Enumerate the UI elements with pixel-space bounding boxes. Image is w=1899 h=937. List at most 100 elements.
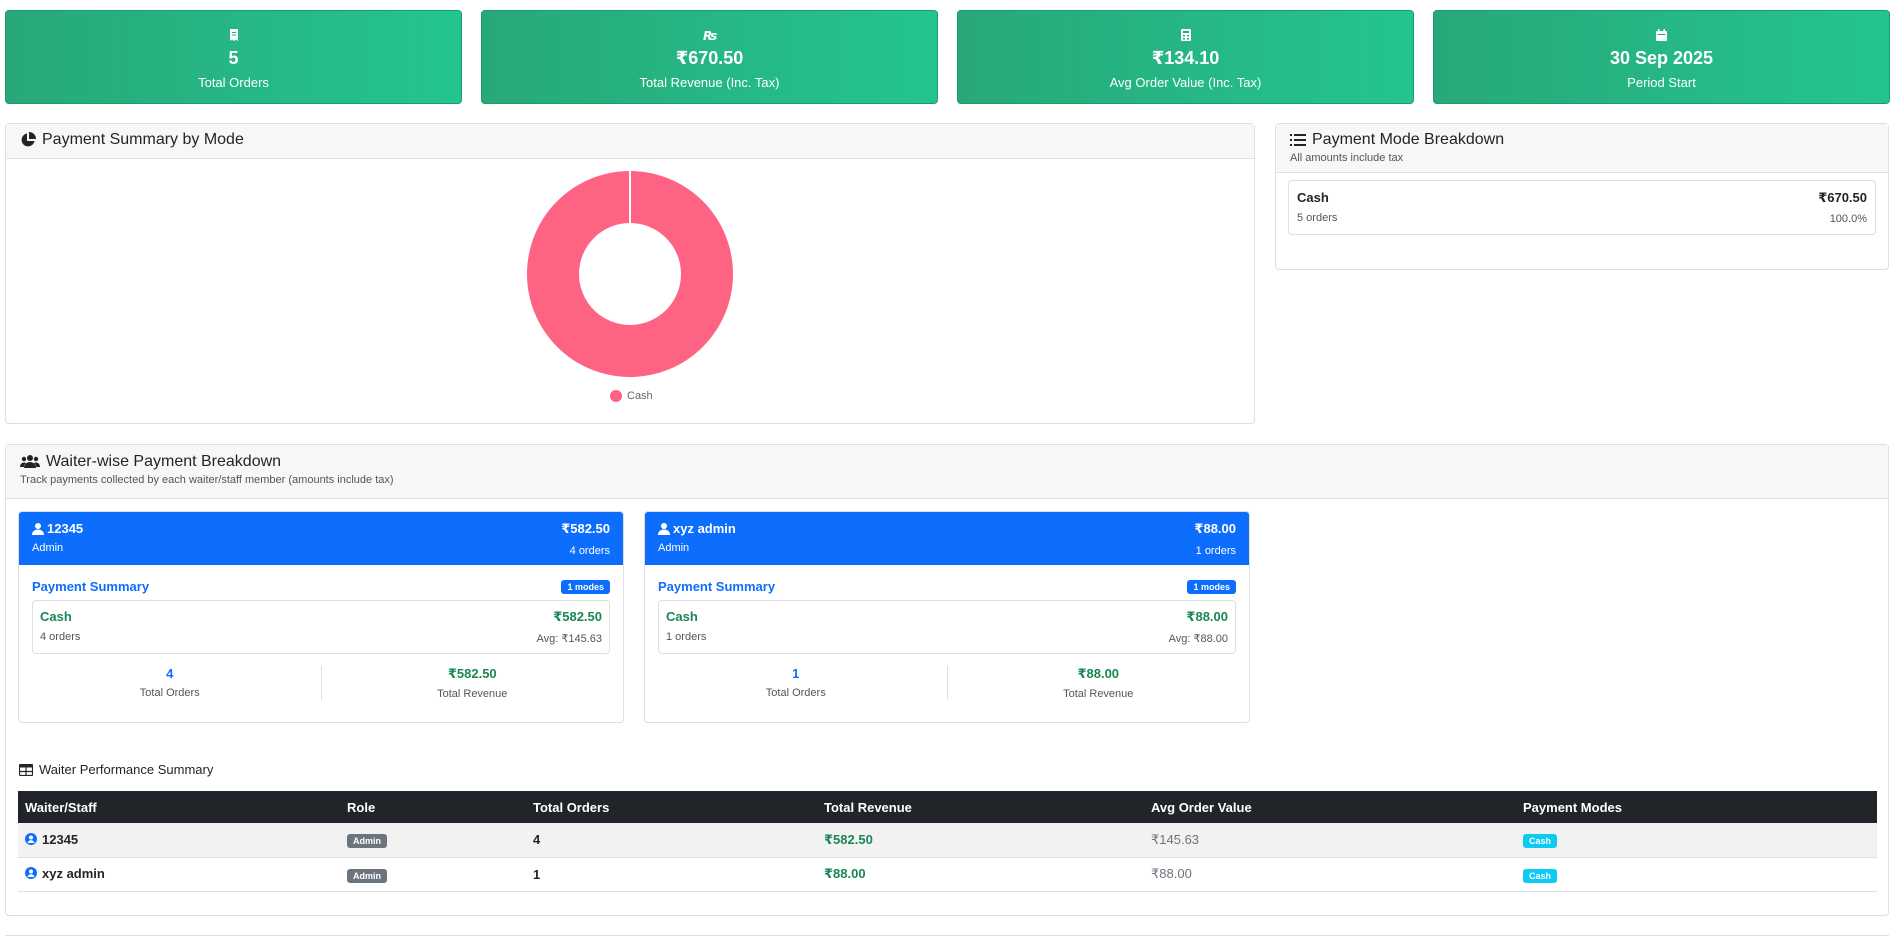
- modes-badge: 1 modes: [1187, 579, 1236, 594]
- payment-mode-badge: Cash: [1523, 868, 1558, 883]
- total-revenue-value: ₹582.50: [447, 666, 497, 681]
- mode-avg: Avg: ₹145.63: [536, 633, 602, 645]
- modes-badge: 1 modes: [561, 579, 610, 594]
- legend-label: Cash: [627, 390, 653, 402]
- total-orders: 4: [533, 832, 541, 848]
- table-icon: [19, 763, 33, 776]
- panel-title: Payment Summary by Mode: [42, 131, 244, 148]
- waiter-role: Admin: [658, 542, 690, 554]
- performance-title-text: Waiter Performance Summary: [39, 762, 214, 777]
- rupee-icon: ₨: [482, 28, 937, 42]
- payment-summary-label: Payment Summary: [32, 579, 150, 594]
- payment-mode-box: Cash 1 orders ₹88.00 Avg: ₹88.00: [658, 600, 1236, 654]
- payment-pie-chart: [527, 171, 733, 377]
- stat-label: Total Orders: [198, 75, 269, 90]
- waiter-amount: ₹88.00: [1194, 521, 1236, 536]
- total-revenue-value: ₹88.00: [1077, 666, 1120, 681]
- user-circle-icon: [25, 867, 37, 880]
- panel-header: Payment Mode Breakdown All amounts inclu…: [1276, 124, 1888, 173]
- table-header-row: Waiter/Staff Role Total Orders Total Rev…: [18, 791, 1877, 823]
- mode-orders: 1 orders: [666, 631, 707, 643]
- payment-mode-badge: Cash: [1523, 834, 1558, 849]
- role-badge: Admin: [347, 834, 387, 849]
- column-header[interactable]: Avg Order Value: [1144, 791, 1516, 823]
- total-revenue: ₹88.00: [824, 866, 866, 881]
- legend-swatch-cash: [610, 390, 622, 402]
- table-row[interactable]: xyz admin Admin 1 ₹88.00 ₹88.00 Cash: [18, 857, 1877, 892]
- column-header[interactable]: Total Revenue: [817, 791, 1144, 823]
- chart-legend[interactable]: Cash: [610, 390, 653, 402]
- panel-subtitle: Track payments collected by each waiter/…: [20, 474, 394, 486]
- stat-label: Period Start: [1627, 75, 1696, 90]
- total-revenue-label: Total Revenue: [437, 688, 508, 700]
- role-badge: Admin: [347, 868, 387, 883]
- list-icon: [1290, 134, 1306, 146]
- waiter-card: xyz admin Admin ₹88.00 1 orders Payment …: [644, 511, 1250, 723]
- mode-percent: 100.0%: [1829, 213, 1867, 225]
- mode-orders: 5 orders: [1297, 212, 1338, 224]
- waiter-name: 12345: [47, 521, 84, 536]
- receipt-icon: [6, 28, 461, 42]
- waiter-totals: 4 Total Orders ₹582.50 Total Revenue: [19, 666, 623, 700]
- panel-title: Payment Mode Breakdown: [1312, 131, 1505, 148]
- performance-table: Waiter/Staff Role Total Orders Total Rev…: [18, 791, 1877, 892]
- mode-name: Cash: [1297, 190, 1329, 205]
- payment-summary-label: Payment Summary: [658, 579, 776, 594]
- table-row[interactable]: 12345 Admin 4 ₹582.50 ₹145.63 Cash: [18, 823, 1877, 858]
- waiter-name: xyz admin: [673, 521, 736, 536]
- waiter-card: 12345 Admin ₹582.50 4 orders Payment Sum…: [18, 511, 624, 723]
- stat-card-total-orders: 5 Total Orders: [5, 10, 462, 104]
- mode-amount: ₹582.50: [553, 609, 602, 624]
- performance-title: Waiter Performance Summary: [19, 762, 213, 777]
- user-icon: [658, 522, 670, 535]
- total-orders-label: Total Orders: [765, 687, 826, 699]
- stat-value: 5: [228, 48, 239, 68]
- stat-value: ₹134.10: [1151, 48, 1220, 68]
- column-header[interactable]: Role: [340, 791, 526, 823]
- total-orders-label: Total Orders: [139, 687, 200, 699]
- panel-header: Waiter-wise Payment Breakdown Track paym…: [6, 445, 1888, 499]
- user-circle-icon: [25, 833, 37, 845]
- mode-breakdown-panel: Payment Mode Breakdown All amounts inclu…: [1275, 123, 1889, 270]
- total-orders-value: 1: [792, 666, 800, 681]
- mode-avg: Avg: ₹88.00: [1168, 633, 1228, 645]
- panel-title: Waiter-wise Payment Breakdown: [46, 453, 282, 470]
- panel-header: Payment Summary by Mode: [6, 124, 1254, 159]
- waiter-role: Admin: [32, 542, 64, 554]
- stat-value: 30 Sep 2025: [1609, 48, 1714, 68]
- pie-chart-icon: [21, 132, 36, 147]
- mode-amount: ₹88.00: [1186, 609, 1228, 624]
- mode-orders: 4 orders: [40, 631, 81, 643]
- column-header[interactable]: Waiter/Staff: [18, 791, 340, 823]
- calendar-icon: [1434, 28, 1889, 42]
- waiter-amount: ₹582.50: [561, 521, 610, 536]
- mode-name: Cash: [666, 609, 698, 624]
- panel-subtitle: All amounts include tax: [1290, 152, 1404, 164]
- stat-label: Total Revenue (Inc. Tax): [639, 75, 780, 90]
- mode-breakdown-item: Cash 5 orders ₹670.50 100.0%: [1288, 180, 1876, 235]
- total-revenue-label: Total Revenue: [1063, 688, 1134, 700]
- avg-order-value: ₹88.00: [1144, 857, 1516, 892]
- users-icon: [20, 455, 40, 468]
- svg-text:₨: ₨: [703, 29, 717, 41]
- waiter-orders: 4 orders: [569, 545, 610, 557]
- waiter-card-header: 12345 Admin ₹582.50 4 orders: [19, 512, 623, 565]
- calculator-icon: [958, 28, 1413, 42]
- mode-name: Cash: [40, 609, 72, 624]
- column-header[interactable]: Payment Modes: [1516, 791, 1877, 823]
- mode-amount: ₹670.50: [1818, 190, 1867, 205]
- user-icon: [32, 522, 44, 535]
- waiter-totals: 1 Total Orders ₹88.00 Total Revenue: [645, 666, 1249, 700]
- total-orders: 1: [533, 866, 541, 882]
- total-revenue: ₹582.50: [824, 831, 873, 847]
- waiter-name: xyz admin: [42, 865, 105, 881]
- stat-card-period-start: 30 Sep 2025 Period Start: [1433, 10, 1890, 104]
- total-orders-value: 4: [166, 666, 174, 681]
- waiter-name: 12345: [42, 831, 79, 847]
- avg-order-value: ₹145.63: [1144, 823, 1516, 858]
- waiter-orders: 1 orders: [1195, 545, 1236, 557]
- stat-value: ₹670.50: [675, 48, 744, 68]
- payment-mode-box: Cash 4 orders ₹582.50 Avg: ₹145.63: [32, 600, 610, 654]
- column-header[interactable]: Total Orders: [526, 791, 817, 823]
- stat-card-avg-order: ₹134.10 Avg Order Value (Inc. Tax): [957, 10, 1414, 104]
